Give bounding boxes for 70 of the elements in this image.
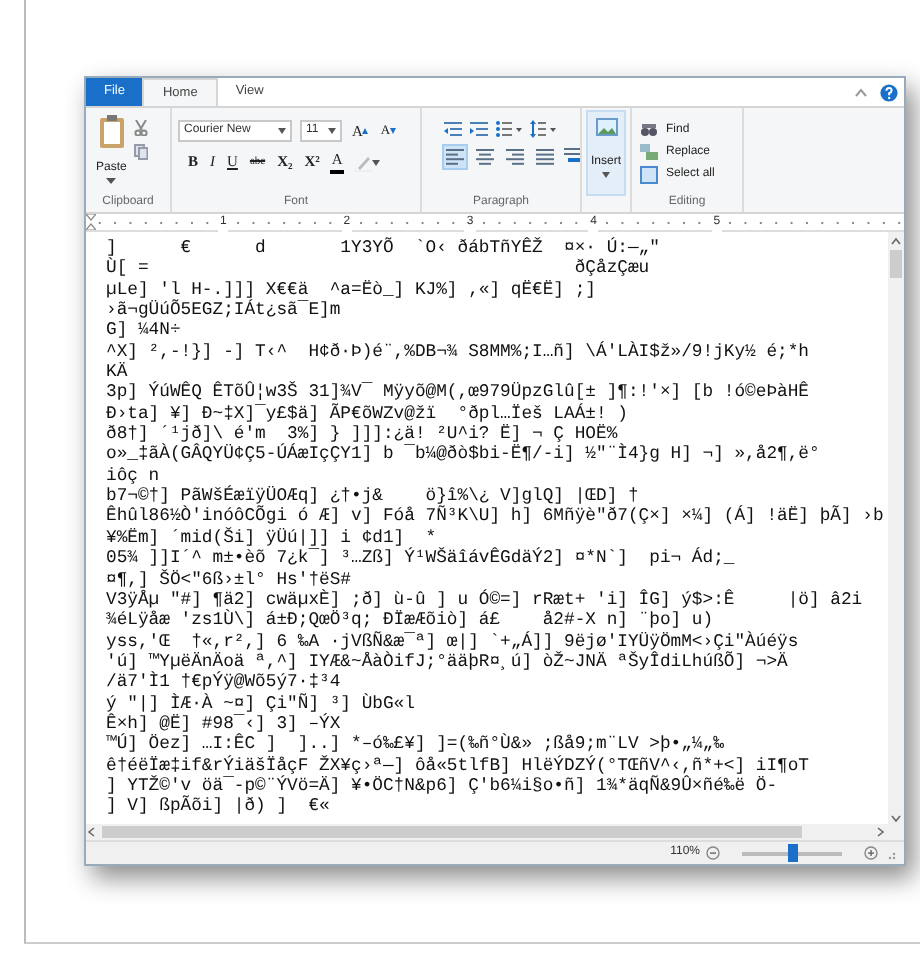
align-left-button[interactable] [444, 146, 466, 168]
caret-icon [278, 128, 286, 134]
caret-icon [328, 128, 336, 134]
align-right-icon [506, 148, 524, 166]
highlight-button[interactable] [352, 153, 383, 171]
caret-icon [372, 159, 381, 165]
text-line: KÄ [106, 362, 128, 383]
indent-marker-icon[interactable] [86, 214, 96, 230]
text-line: ý "|] ÌÆ·À ~¤] Çi"Ñ] ³] ÙbG«l [106, 693, 415, 714]
text-line: ¾éLÿåæ 'zs1Ù\] á±Ð;QœÖ³q; ÐÏæÆõiò] á£ å2#-X n] ¨þo] u) [106, 610, 714, 631]
resize-grip-icon[interactable] [884, 847, 896, 859]
text-line: Ð›ta] ¥] Ð~‡X]¯y£$ä] ÃP€õWZv@žï °ðpl…Ïeš LAÁ±! ) [106, 403, 628, 424]
copy-icon[interactable] [134, 144, 149, 160]
text-line: µLe] 'l H-.]]] X€€ä ^a=Ëò_] KJ%] ,«] qË€Ë] ;] [106, 279, 596, 300]
decrease-indent-icon[interactable] [444, 120, 462, 138]
scroll-up-icon[interactable] [890, 236, 902, 246]
text-line: G] ¼4N÷ [106, 320, 181, 342]
text-line: ¥%Ëm] ´mid(Ši] ÿÜú|]] i ¢d1] * [106, 527, 437, 548]
align-justify-icon [536, 148, 554, 166]
find-icon [640, 122, 658, 140]
text-line: ] V] ßpÃõi] |ð) ] €« [106, 796, 330, 818]
text-line: 'ú] ™YµëÄnÄoä ª,^] IYÆ&~ÅàÒifJ;°ääþR¤¸ú] òŽ~JNÄ ªŠyÎdiLhúßÕ] ¬>Ä [106, 651, 788, 672]
up-caret-icon [362, 128, 369, 134]
collapse-ribbon-icon[interactable] [854, 86, 868, 100]
paragraph-settings-icon[interactable] [564, 146, 582, 164]
scroll-down-icon[interactable] [890, 814, 902, 824]
replace-icon [640, 144, 658, 162]
text-line: ›ã¬gÜúÕ5EGZ;IÁt¿sã¯E]m [106, 300, 341, 321]
picture-icon [595, 118, 617, 136]
text-line: ^X] ²,-!}] -] T‹^ H¢ð·Þ)é¨,%DB¬¾ S8MM%;I…ñ] \Á'LÀI$ž»/9!jKy½ é;*h [106, 341, 810, 362]
align-justify-button[interactable] [534, 146, 556, 168]
align-left-icon [446, 148, 464, 166]
help-icon[interactable] [880, 83, 898, 101]
text-line: 05¾ ]]I´^ m±•èõ 7¿k¯] ³…Zß] Ý¹WŠäîávÊGdäÝ2] ¤*N`] pi¬ Ád;_ [106, 548, 735, 569]
text-line: o»_‡ãÀ(GÂQYÜ¢Ç5-ÚÁæIçÇY1] b ¯b¼@ðò$bi-Ë¶/-i] ½"¨Ì4}g H] ¬] »,å2¶,ë° [106, 444, 820, 466]
scroll-right-icon[interactable] [874, 826, 886, 838]
align-center-icon [476, 148, 494, 166]
caret-icon [602, 172, 610, 178]
line-spacing-icon[interactable] [530, 120, 556, 138]
text-line: Êhûl86½Ò'inóôCÕgi ó Æ] v] Fóå 7Ñ³K\U] h] 6Mñÿè"ð7(Ç×] ×¼] (Á] !äË] þÃ] ›b [106, 506, 884, 527]
scrollbar-thumb[interactable] [102, 826, 802, 838]
text-line: iôç n [106, 465, 160, 487]
text-line: /ä7'Ì1 †€pÝÿ@Wõ5ý7·‡³4 [106, 672, 341, 693]
scrollbar-thumb[interactable] [890, 250, 902, 278]
text-line: V3ÿÅµ "#] ¶ä2] cwäµxÈ] ;ð] ù-û ] u Ó©=] rRæt+ 'i] ÎG] ý$>:Ê |ö] â2i [106, 589, 863, 610]
text-line: ¤¶,] ŠÖ<"6ß›±l° Hs'†ëS# [106, 569, 351, 589]
text-line: b7¬©†] PãWšÉæïÿÜOÆq] ¿†•j& ö}î%\¿ V]glQ] |ŒD] † [106, 486, 639, 507]
select-icon [640, 166, 658, 184]
paste-icon [97, 114, 126, 150]
text-line: ] € d 1Y3YÕ `O‹ ðábTñYÊŽ ¤×· Ú:—„" [106, 238, 660, 258]
text-line: Ê×h] @Ë] #98¯‹] 3] –ÝX [106, 713, 341, 734]
caret-icon [106, 178, 117, 184]
text-line: yss,'Œ †«,r²,] 6 ‰A ·jVßÑ&æ¯ª] œ|] `+„Á]] 9ëjø'IYÜÿÖmM<›Çi"Àúéÿs [106, 631, 799, 652]
zoom-out-icon[interactable] [706, 846, 720, 860]
zoom-in-icon[interactable] [864, 846, 878, 860]
text-line: ™Ú] Öez] …I:ÊC ] ]..] *–ó‰£¥] ]=(‰ñ°Ù&» ;ßå9;m¨LV >þ•„¼„‰ [106, 734, 724, 755]
text-line: ] YTŽ©'v öä¯-p©¨ÝVö=Ä] ¥•ÖC†N&p6] Ç'b6¼i§o•ñ] 1¾*äqÑ&9Û×ñé‰ë Ö- [106, 775, 778, 796]
scroll-left-icon[interactable] [86, 826, 98, 838]
text-line: ê†éëÏæ‡if&rÝiäšÏåçF ŽX¥ç›ª—] ôå«5tlfB] HlëÝDZÝ(°TŒñV^‹,ñ*+<] iI¶oT [106, 755, 810, 776]
pen-icon [354, 153, 373, 171]
text-line: ð8†] ´¹jð]\ é'm 3%] } ]]]:¿ä! ²U^i? Ë] ¬ Ç HOË% [106, 424, 618, 445]
down-caret-icon [390, 128, 397, 134]
align-center-button[interactable] [474, 146, 496, 168]
bullet-list-icon[interactable] [496, 120, 522, 138]
increase-indent-icon[interactable] [470, 120, 488, 138]
scissors-icon[interactable] [134, 120, 149, 136]
align-right-button[interactable] [504, 146, 526, 168]
text-line: 3p] ÝúWÊQ ÊTõÛ¦w3Š 31]¾V¯ Mÿyõ@M(,œ979ÜpzGlû[± ]¶:!'×] [b !ó©eÞàHÊ [106, 382, 810, 403]
slider-thumb[interactable] [788, 843, 798, 861]
text-line: Ù[ = ðÇåzÇæu [106, 258, 650, 280]
